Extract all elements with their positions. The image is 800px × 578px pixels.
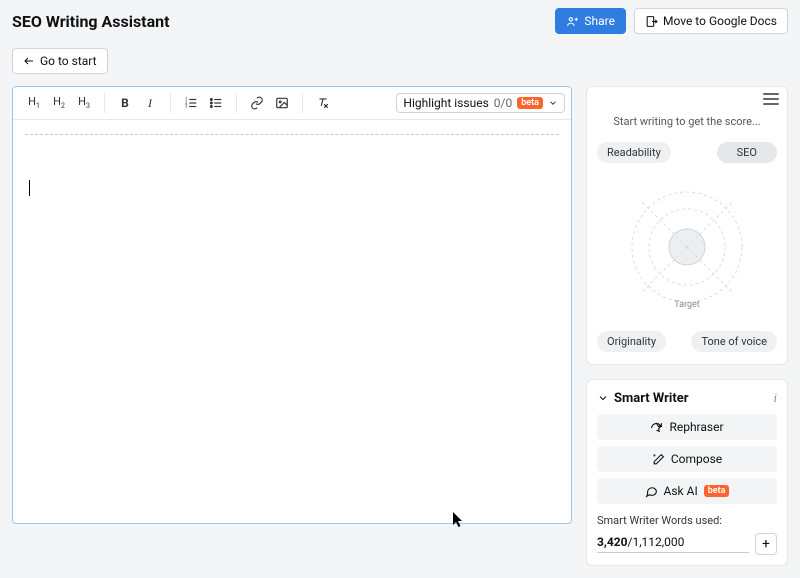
gdocs-label: Move to Google Docs <box>663 14 777 28</box>
sidebar: Start writing to get the score... Readab… <box>586 86 788 566</box>
share-label: Share <box>584 14 615 28</box>
radar-chart-icon <box>622 182 752 312</box>
metrics-area: Readability SEO Originality Tone of voic… <box>587 142 787 352</box>
highlight-count: 0/0 <box>494 96 512 110</box>
add-words-button[interactable]: + <box>755 533 777 555</box>
smart-writer-title: Smart Writer <box>614 391 689 406</box>
share-button[interactable]: Share <box>555 8 626 34</box>
chevron-down-icon <box>548 98 558 108</box>
svg-text:3: 3 <box>185 104 188 109</box>
image-button[interactable] <box>270 91 294 115</box>
editor-textarea[interactable] <box>13 120 571 523</box>
share-icon <box>566 15 579 28</box>
main: H1 H2 H3 B I 123 <box>0 86 800 578</box>
words-used-value: 3,420/1,112,000 <box>597 535 749 553</box>
originality-pill[interactable]: Originality <box>597 331 666 352</box>
subbar: Go to start <box>0 42 800 86</box>
target-label: Target <box>674 300 700 310</box>
rephraser-button[interactable]: Rephraser <box>597 414 777 440</box>
move-gdocs-button[interactable]: Move to Google Docs <box>634 8 788 34</box>
beta-badge: beta <box>517 97 543 109</box>
ordered-list-icon: 123 <box>184 96 198 110</box>
smart-writer-card: Smart Writer i Rephraser Compose Ask AI … <box>586 379 788 566</box>
menu-icon[interactable] <box>763 93 779 105</box>
tone-pill[interactable]: Tone of voice <box>691 331 777 352</box>
compose-icon <box>652 453 665 466</box>
link-button[interactable] <box>245 91 269 115</box>
score-card: Start writing to get the score... Readab… <box>586 86 788 365</box>
header-actions: Share Move to Google Docs <box>555 8 788 34</box>
arrow-left-icon <box>23 55 35 67</box>
seo-pill[interactable]: SEO <box>717 142 777 163</box>
highlight-label: Highlight issues <box>403 96 488 110</box>
ask-ai-label: Ask AI <box>664 484 698 498</box>
image-icon <box>275 96 289 110</box>
text-cursor <box>29 180 30 196</box>
compose-button[interactable]: Compose <box>597 446 777 472</box>
h1-button[interactable]: H1 <box>22 91 46 115</box>
app-title: SEO Writing Assistant <box>12 12 170 31</box>
ask-ai-button[interactable]: Ask AI beta <box>597 478 777 504</box>
clear-format-icon <box>316 96 330 110</box>
score-hint: Start writing to get the score... <box>587 111 787 138</box>
chevron-down-icon <box>597 392 609 404</box>
h2-button[interactable]: H2 <box>47 91 71 115</box>
ordered-list-button[interactable]: 123 <box>179 91 203 115</box>
unordered-list-button[interactable] <box>204 91 228 115</box>
clear-format-button[interactable] <box>311 91 335 115</box>
h3-button[interactable]: H3 <box>72 91 96 115</box>
readability-pill[interactable]: Readability <box>597 142 671 163</box>
rephraser-label: Rephraser <box>669 420 723 434</box>
italic-button[interactable]: I <box>138 91 162 115</box>
export-icon <box>645 15 658 28</box>
mouse-cursor-icon <box>453 512 465 532</box>
link-icon <box>250 96 264 110</box>
editor-toolbar: H1 H2 H3 B I 123 <box>13 87 571 120</box>
unordered-list-icon <box>209 96 223 110</box>
rephraser-icon <box>650 421 663 434</box>
editor-guide-line <box>25 134 559 135</box>
highlight-issues-dropdown[interactable]: Highlight issues 0/0 beta <box>396 93 565 113</box>
header: SEO Writing Assistant Share Move to Goog… <box>0 0 800 42</box>
compose-label: Compose <box>671 452 722 466</box>
words-used-label: Smart Writer Words used: <box>597 514 777 527</box>
beta-badge: beta <box>704 485 730 497</box>
editor-panel: H1 H2 H3 B I 123 <box>12 86 572 524</box>
go-start-button[interactable]: Go to start <box>12 48 108 74</box>
chat-icon <box>645 485 658 498</box>
smart-writer-header[interactable]: Smart Writer i <box>587 380 787 414</box>
go-start-label: Go to start <box>40 54 97 68</box>
info-icon[interactable]: i <box>773 390 777 406</box>
bold-button[interactable]: B <box>113 91 137 115</box>
